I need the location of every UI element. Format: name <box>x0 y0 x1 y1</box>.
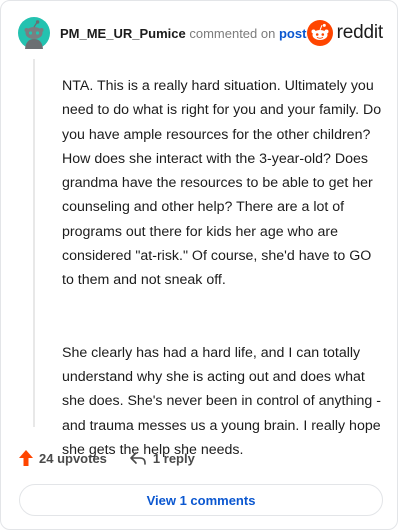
snoo-avatar-icon[interactable] <box>18 17 50 49</box>
username-link[interactable]: PM_ME_UR_Pumice <box>60 26 186 41</box>
comment-header: PM_ME_UR_Pumice commented on post reddit <box>18 17 383 49</box>
view-comments-button[interactable]: View 1 comments <box>19 484 383 516</box>
reddit-wordmark: reddit <box>336 22 384 43</box>
thread-line <box>33 59 35 427</box>
comment-paragraph: NTA. This is a really hard situation. Ul… <box>62 78 382 289</box>
comment-meta: PM_ME_UR_Pumice commented on post <box>60 26 306 41</box>
upvote-button[interactable]: 24 upvotes <box>19 450 107 466</box>
upvote-count: 24 upvotes <box>39 450 107 466</box>
reddit-logo-icon <box>306 20 333 46</box>
upvote-arrow-icon <box>19 450 33 466</box>
reply-button[interactable]: 1 reply <box>129 450 195 466</box>
comment-body: NTA. This is a really hard situation. Ul… <box>62 74 382 462</box>
comment-actions: 24 upvotes 1 reply <box>19 450 195 466</box>
reddit-brand[interactable]: reddit <box>306 20 384 46</box>
post-link[interactable]: post <box>279 26 306 41</box>
reply-count: 1 reply <box>152 450 195 466</box>
comment-card: PM_ME_UR_Pumice commented on post reddit… <box>0 0 398 530</box>
action-text: commented on <box>189 25 276 41</box>
reply-arrow-icon <box>130 452 146 465</box>
comment-paragraph: She clearly has had a hard life, and I c… <box>62 344 381 458</box>
